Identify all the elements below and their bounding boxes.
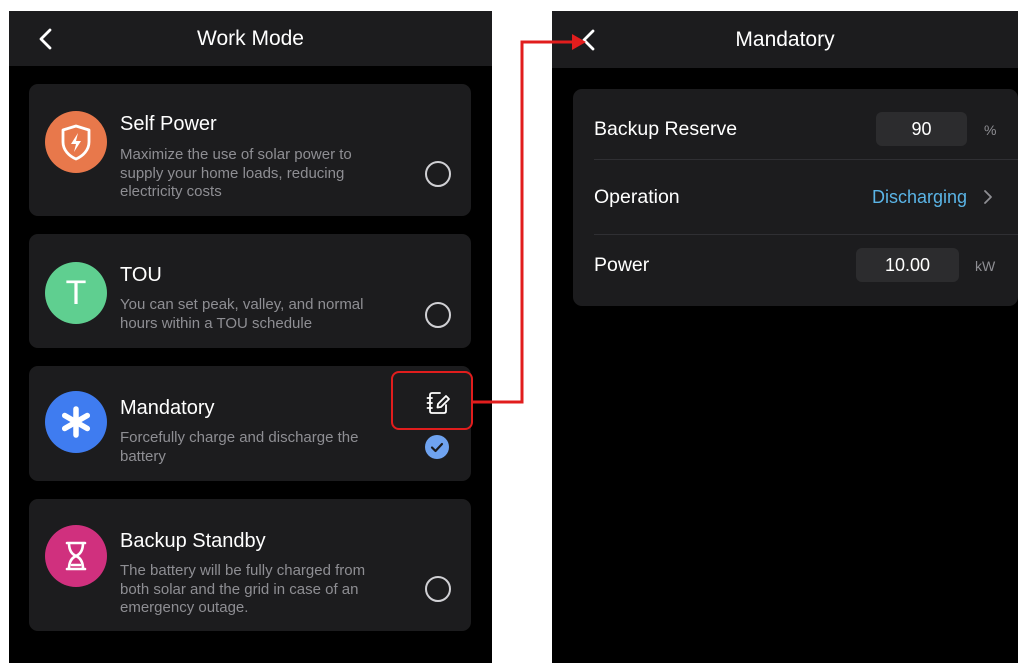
annotation-arrow xyxy=(473,34,586,404)
